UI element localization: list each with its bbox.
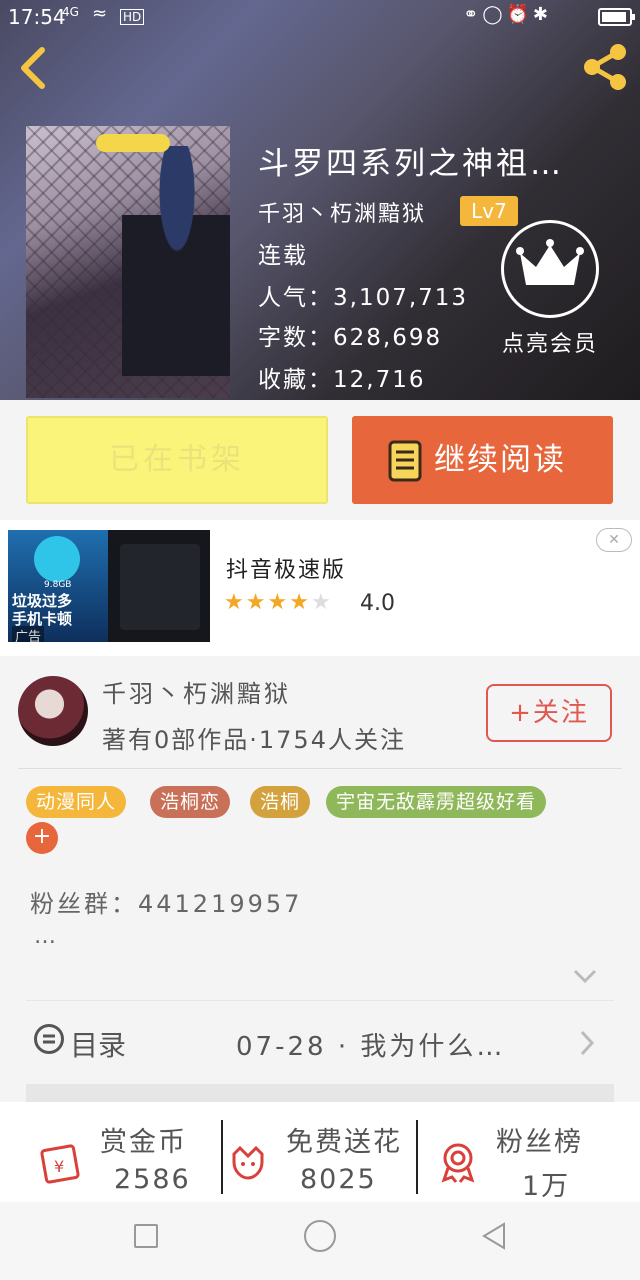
ad-phone-graphic [120, 544, 200, 630]
author-name[interactable]: 千羽丶朽渊黯狱 [102, 674, 291, 709]
reward-coins-value: 2586 [114, 1164, 191, 1195]
back-button[interactable] [12, 44, 56, 92]
book-title: 斗罗四系列之神祖… [258, 146, 564, 182]
ad-image[interactable]: 9.8GB 垃圾过多 手机卡顿 广告 [8, 530, 210, 642]
fan-ranking-value: 1万 [522, 1171, 571, 1202]
book-icon [388, 440, 422, 482]
toc-label: 目录 [70, 1029, 127, 1062]
action-bar: 已在书架 继续阅读 [0, 400, 640, 520]
red-envelope-icon: ¥ [40, 1144, 80, 1184]
continue-reading-label: 继续阅读 [434, 442, 566, 478]
ad-image-text: 垃圾过多 手机卡顿 [12, 592, 73, 628]
share-icon [584, 44, 626, 90]
divider [221, 1120, 223, 1194]
add-tag-button[interactable]: + [26, 822, 58, 854]
status-bar: 17:54 4G ≈ HD ⚭◯⏰✱ [0, 0, 640, 34]
reward-coins-button[interactable]: ¥ 赏金币 2586 [40, 1120, 210, 1200]
chevron-left-icon [21, 47, 45, 89]
send-flower-value: 8025 [300, 1164, 377, 1195]
vip-label: 点亮会员 [501, 332, 598, 357]
book-popularity: 人气：3,107,713 [258, 285, 469, 311]
fan-ranking-button[interactable]: 粉丝榜 1万 [436, 1120, 616, 1202]
in-bookshelf-button[interactable]: 已在书架 [26, 416, 328, 504]
book-cover[interactable] [26, 126, 230, 398]
back-triangle-icon [482, 1222, 505, 1250]
fan-ranking-title: 粉丝榜 [496, 1127, 583, 1158]
expand-button[interactable] [572, 966, 598, 986]
send-flower-button[interactable]: 免费送花 8025 [226, 1120, 416, 1200]
ad-star-rating: ★★★★★ [224, 590, 333, 615]
latest-chapter[interactable]: 07-28 · 我为什么… [236, 1026, 505, 1063]
book-status: 连载 [258, 243, 308, 269]
ad-image-size: 9.8GB [44, 580, 72, 590]
star-icon: ★ [224, 590, 246, 615]
star-empty-icon: ★ [310, 590, 333, 615]
chevron-right-icon [580, 1030, 595, 1056]
follow-button[interactable]: +关注 [486, 684, 612, 742]
system-back-button[interactable] [478, 1220, 510, 1252]
list-icon [34, 1024, 64, 1054]
star-icon: ★ [267, 590, 290, 615]
toc-chevron[interactable] [578, 1028, 596, 1058]
ad-rating-value: 4.0 [360, 591, 395, 616]
svg-text:¥: ¥ [54, 1157, 64, 1176]
flower-icon [232, 1145, 264, 1180]
tag-chip[interactable]: 动漫同人 [26, 786, 127, 818]
ad-banner[interactable]: 9.8GB 垃圾过多 手机卡顿 广告 [0, 520, 640, 656]
continue-reading-button[interactable]: 继续阅读 [352, 416, 613, 504]
reward-coins-title: 赏金币 [100, 1127, 187, 1158]
recent-apps-button[interactable] [134, 1224, 158, 1248]
avatar[interactable] [18, 676, 88, 746]
author-meta: 著有0部作品·1754人关注 [102, 726, 406, 754]
status-time: 17:54 [8, 5, 66, 29]
star-icon: ★ [245, 590, 268, 615]
fan-group-text: 粉丝群：441219957 [30, 890, 303, 918]
crown-icon [501, 220, 599, 318]
book-author[interactable]: 千羽丶朽渊黯狱 [258, 196, 426, 228]
home-button[interactable] [304, 1220, 336, 1252]
tag-chip[interactable]: 浩桐 [250, 786, 311, 818]
vip-button[interactable]: 点亮会员 [494, 220, 606, 358]
star-icon: ★ [289, 590, 311, 615]
chevron-down-icon [573, 969, 597, 984]
tag-chip[interactable]: 宇宙无敌霹雳超级好看 [326, 786, 547, 818]
description-more: … [34, 924, 56, 949]
book-word-count: 字数：628,698 [258, 325, 443, 351]
status-icons: ⚭◯⏰✱ [463, 4, 552, 25]
book-favorites: 收藏：12,716 [258, 367, 426, 393]
ad-tag: 广告 [12, 626, 45, 642]
medal-icon [441, 1143, 475, 1183]
share-button[interactable] [578, 40, 632, 94]
cover-logo [96, 134, 170, 152]
wifi-icon: ≈ [92, 3, 108, 24]
hd-indicator: HD [120, 9, 145, 25]
close-icon: ✕ [608, 532, 620, 548]
send-flower-title: 免费送花 [286, 1127, 402, 1158]
ad-close-button[interactable]: ✕ [596, 528, 632, 552]
battery-icon [598, 8, 635, 26]
cover-figure [122, 146, 230, 376]
trash-icon [34, 536, 80, 582]
divider [416, 1120, 418, 1194]
divider [18, 768, 622, 769]
ad-title[interactable]: 抖音极速版 [226, 552, 346, 584]
tag-chip[interactable]: 浩桐恋 [150, 786, 231, 818]
network-indicator: 4G [62, 5, 79, 19]
section-gap [26, 1084, 614, 1102]
